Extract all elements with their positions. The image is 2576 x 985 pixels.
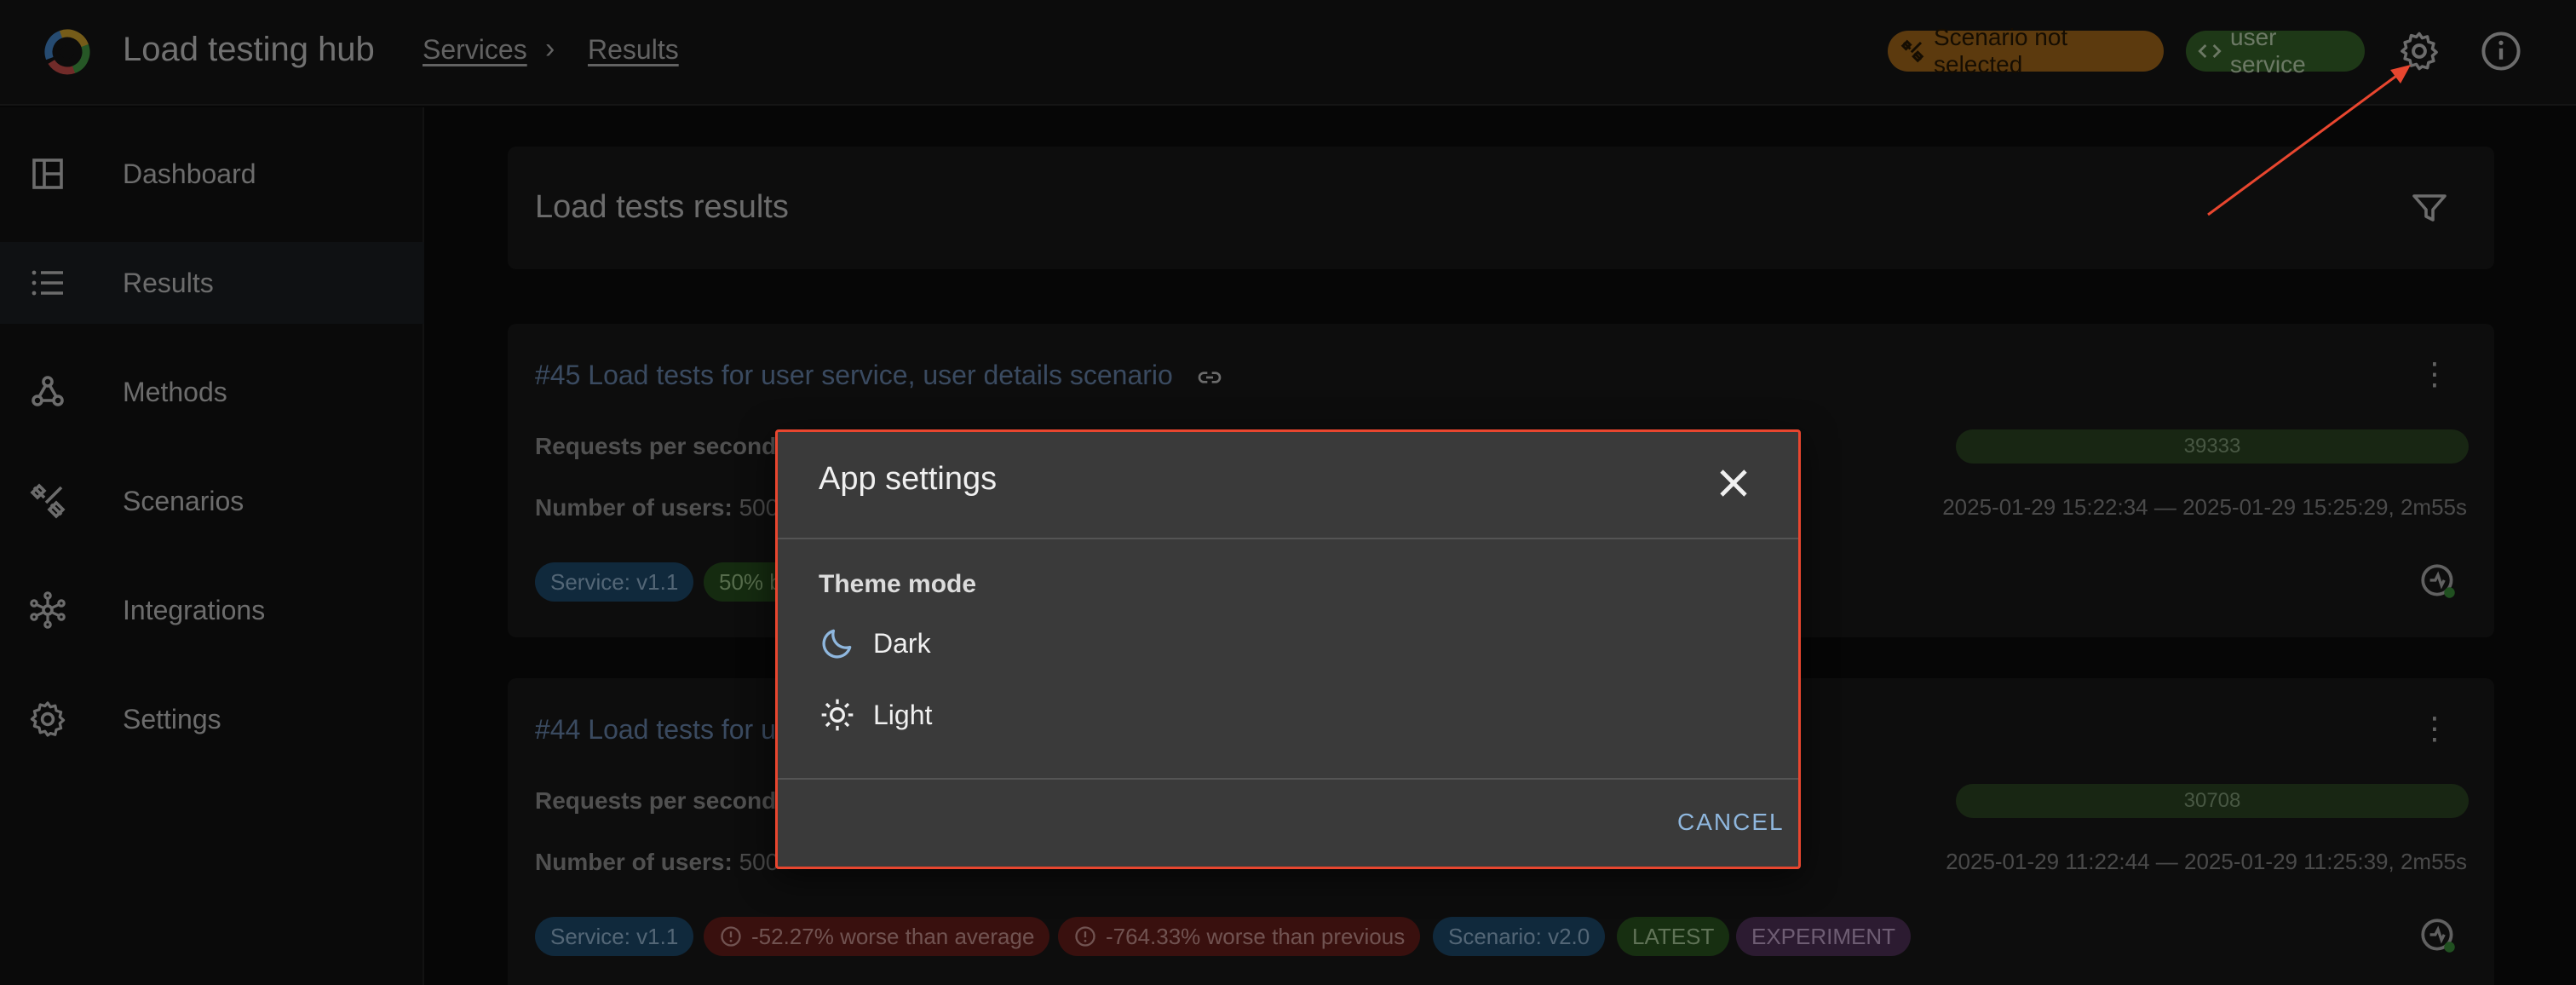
- dialog-divider: [778, 538, 1798, 539]
- dialog-title: App settings: [819, 461, 998, 497]
- cancel-button[interactable]: CANCEL: [1677, 809, 1785, 836]
- dialog-divider: [778, 778, 1798, 780]
- app-settings-dialog: App settings Theme mode Dark Light CANCE…: [775, 429, 1801, 869]
- theme-option-dark[interactable]: Dark: [819, 618, 931, 669]
- sun-icon: [821, 699, 854, 731]
- close-icon[interactable]: [1713, 463, 1754, 504]
- moon-icon: [822, 629, 852, 659]
- theme-option-light[interactable]: Light: [819, 689, 932, 740]
- theme-mode-label: Theme mode: [819, 570, 977, 598]
